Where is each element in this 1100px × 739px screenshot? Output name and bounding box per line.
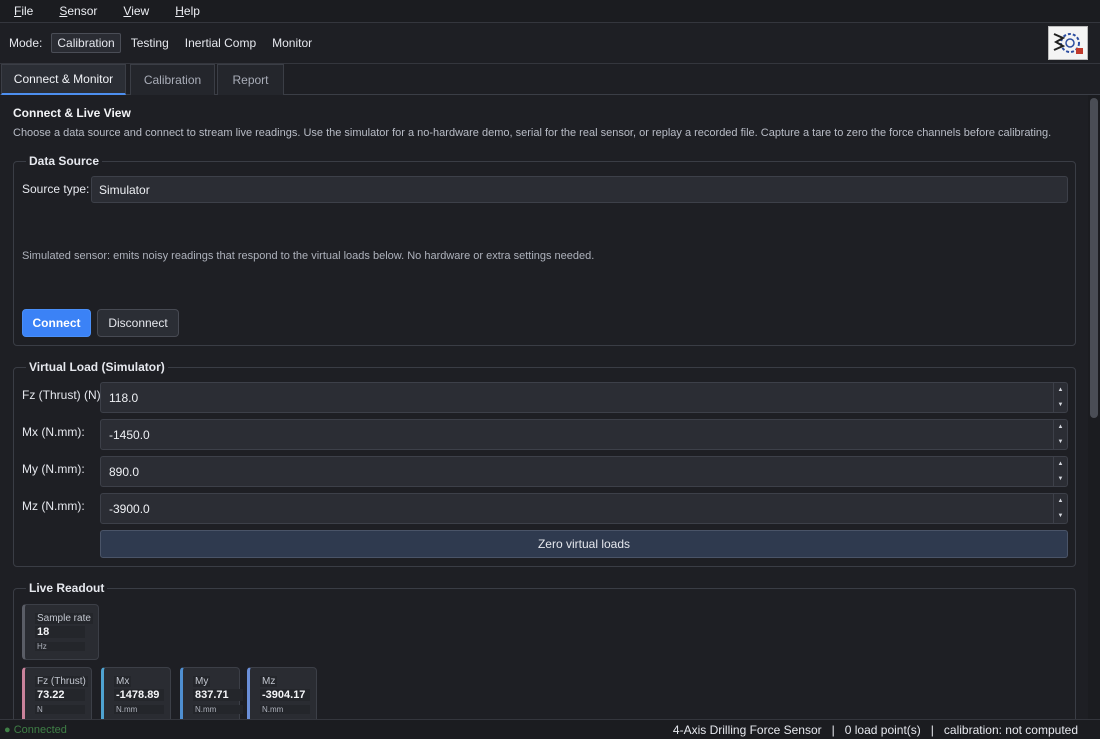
- my-card: My 837.71 N.mm: [180, 667, 243, 719]
- virtual-load-group: Virtual Load (Simulator) Fz (Thrust) (N)…: [13, 360, 1076, 567]
- card-value: 18: [35, 626, 85, 638]
- app-logo: [1048, 26, 1088, 60]
- card-label: Mz: [260, 676, 278, 687]
- page-title: Connect & Live View: [13, 106, 131, 120]
- mx-spinbox[interactable]: -1450.0 ▲ ▼: [100, 419, 1068, 450]
- decrement-arrow-icon[interactable]: ▼: [1054, 435, 1067, 450]
- tab-content: Connect & Live View Choose a data source…: [0, 95, 1088, 719]
- decrement-arrow-icon[interactable]: ▼: [1054, 472, 1067, 487]
- menu-sensor[interactable]: Sensor: [45, 4, 97, 18]
- tab-connect-monitor[interactable]: Connect & Monitor: [1, 64, 126, 95]
- connection-status: ● Connected: [4, 723, 67, 736]
- menu-file-label: ile: [21, 4, 34, 18]
- card-value: 837.71: [193, 689, 243, 701]
- card-label: Sample rate: [35, 613, 93, 624]
- increment-arrow-icon[interactable]: ▲: [1054, 457, 1067, 472]
- card-unit: N: [35, 705, 85, 714]
- mx-label: Mx (N.mm):: [22, 425, 85, 439]
- card-unit: N.mm: [260, 705, 310, 714]
- fz-thrust-spinbox[interactable]: 118.0 ▲ ▼: [100, 382, 1068, 413]
- mode-monitor-button[interactable]: Monitor: [266, 33, 318, 53]
- tab-bar: Connect & Monitor Calibration Report: [0, 64, 1100, 95]
- menu-view-label: iew: [131, 4, 150, 18]
- card-value: 73.22: [35, 689, 85, 701]
- fz-thrust-label: Fz (Thrust) (N):: [22, 388, 104, 402]
- tab-calibration[interactable]: Calibration: [130, 64, 215, 95]
- mz-value: -3900.0: [109, 501, 150, 516]
- mz-card: Mz -3904.17 N.mm: [247, 667, 317, 719]
- live-readout-group: Live Readout Sample rate 18 Hz Fz (Thrus…: [13, 581, 1076, 719]
- increment-arrow-icon[interactable]: ▲: [1054, 383, 1067, 398]
- mx-card: Mx -1478.89 N.mm: [101, 667, 171, 719]
- mz-spinbox[interactable]: -3900.0 ▲ ▼: [100, 493, 1068, 524]
- fz-thrust-value: 118.0: [109, 390, 139, 405]
- zero-virtual-loads-button[interactable]: Zero virtual loads: [100, 530, 1068, 558]
- card-value: -3904.17: [260, 689, 310, 701]
- menu-view[interactable]: View: [109, 4, 149, 18]
- virtual-load-title: Virtual Load (Simulator): [26, 360, 168, 374]
- sample-rate-card: Sample rate 18 Hz: [22, 604, 99, 660]
- my-label: My (N.mm):: [22, 462, 85, 476]
- menu-bar: File Sensor View Help: [0, 0, 1100, 23]
- menu-help-mnemonic: H: [175, 4, 184, 18]
- card-label: Mx: [114, 676, 132, 687]
- card-label: Fz (Thrust): [35, 676, 88, 687]
- fz-thrust-card: Fz (Thrust) 73.22 N: [22, 667, 92, 719]
- mx-value: -1450.0: [109, 427, 150, 442]
- data-source-group: Data Source Source type: Simulator Simul…: [13, 154, 1076, 346]
- card-unit: N.mm: [114, 705, 164, 714]
- source-type-label: Source type:: [22, 182, 90, 196]
- mode-calibration-button[interactable]: Calibration: [51, 33, 121, 53]
- logo-emblem-icon: [1053, 33, 1083, 54]
- card-label: My: [193, 676, 211, 687]
- my-stepper: ▲ ▼: [1053, 457, 1067, 486]
- mode-inertial-comp-button[interactable]: Inertial Comp: [179, 33, 262, 53]
- live-readout-title: Live Readout: [26, 581, 108, 595]
- status-bar: ● Connected 4-Axis Drilling Force Sensor…: [0, 719, 1100, 739]
- source-type-select[interactable]: Simulator: [91, 176, 1068, 203]
- menu-file[interactable]: File: [0, 4, 33, 18]
- vertical-scrollbar[interactable]: [1088, 95, 1100, 719]
- decrement-arrow-icon[interactable]: ▼: [1054, 509, 1067, 524]
- decrement-arrow-icon[interactable]: ▼: [1054, 398, 1067, 413]
- card-unit: N.mm: [193, 705, 243, 714]
- source-hint: Simulated sensor: emits noisy readings t…: [22, 250, 595, 262]
- card-unit: Hz: [35, 642, 85, 651]
- scrollbar-thumb[interactable]: [1090, 98, 1098, 418]
- mode-bar: Mode: Calibration Testing Inertial Comp …: [0, 23, 1100, 64]
- menu-help[interactable]: Help: [161, 4, 200, 18]
- mode-label: Mode:: [9, 36, 43, 50]
- mz-stepper: ▲ ▼: [1053, 494, 1067, 523]
- increment-arrow-icon[interactable]: ▲: [1054, 494, 1067, 509]
- my-spinbox[interactable]: 890.0 ▲ ▼: [100, 456, 1068, 487]
- mx-stepper: ▲ ▼: [1053, 420, 1067, 449]
- increment-arrow-icon[interactable]: ▲: [1054, 420, 1067, 435]
- tab-report[interactable]: Report: [217, 64, 284, 95]
- card-value: -1478.89: [114, 689, 164, 701]
- menu-sensor-label: ensor: [67, 4, 98, 18]
- menu-help-label: elp: [183, 4, 200, 18]
- page-description: Choose a data source and connect to stre…: [13, 127, 1052, 139]
- mz-label: Mz (N.mm):: [22, 499, 85, 513]
- status-summary: 4-Axis Drilling Force Sensor | 0 load po…: [672, 722, 1078, 737]
- data-source-title: Data Source: [26, 154, 103, 168]
- disconnect-button[interactable]: Disconnect: [97, 309, 179, 337]
- connect-button[interactable]: Connect: [22, 309, 91, 337]
- fz-thrust-stepper: ▲ ▼: [1053, 383, 1067, 412]
- my-value: 890.0: [109, 464, 140, 479]
- mode-testing-button[interactable]: Testing: [125, 33, 175, 53]
